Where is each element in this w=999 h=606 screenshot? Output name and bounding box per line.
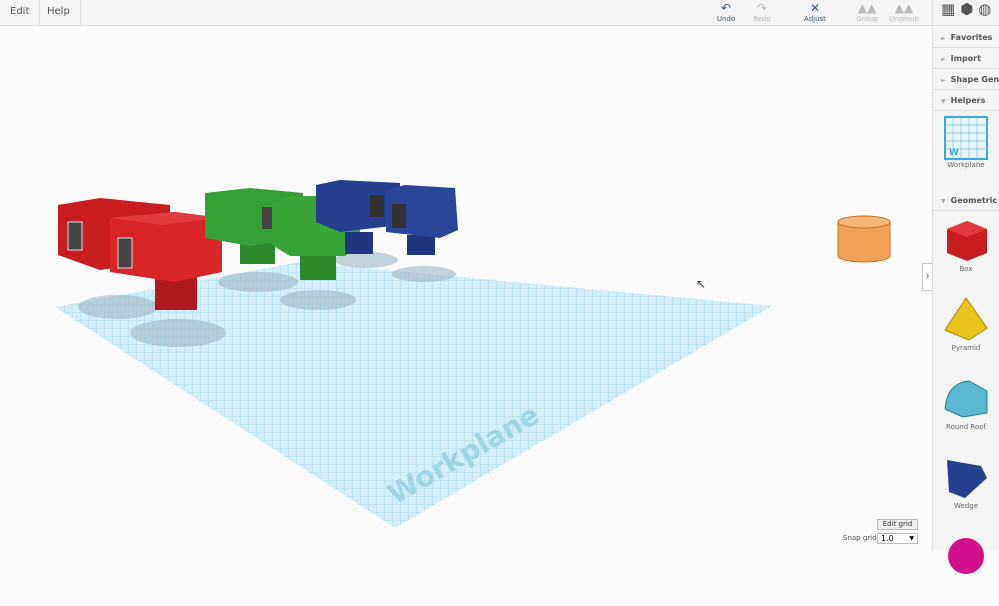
adjust-icon: ✕ bbox=[809, 1, 821, 15]
shape-label: Wedge bbox=[953, 502, 978, 510]
shape-sphere[interactable] bbox=[933, 531, 999, 606]
section-shape-generators[interactable]: ► Shape Generators bbox=[933, 69, 999, 90]
section-import[interactable]: ► Import bbox=[933, 48, 999, 69]
adjust-button[interactable]: ✕ Adjust bbox=[795, 1, 835, 24]
section-geometric[interactable]: ▼ Geometric bbox=[933, 190, 999, 211]
menu-help[interactable]: Help bbox=[37, 0, 81, 26]
shape-label: Box bbox=[959, 265, 973, 273]
snap-grid-select[interactable]: 1.0 ▼ bbox=[877, 533, 918, 544]
shape-round-roof[interactable]: Round Roof bbox=[933, 373, 999, 448]
menu-edit[interactable]: Edit bbox=[0, 0, 41, 26]
mouse-cursor: ↖ bbox=[696, 277, 706, 291]
view-icons: ▦⬢◍ bbox=[932, 0, 996, 26]
svg-text:W: W bbox=[949, 148, 959, 158]
section-helpers[interactable]: ▼ Helpers bbox=[933, 90, 999, 111]
section-label: Geometric bbox=[950, 196, 998, 205]
redo-button[interactable]: ↷ Redo bbox=[742, 1, 782, 24]
snap-grid-value: 1.0 bbox=[881, 534, 894, 543]
blue-robot-head-2[interactable] bbox=[386, 185, 458, 255]
group-label: Group bbox=[856, 15, 878, 23]
triangle-right-icon: ► bbox=[941, 35, 946, 42]
grid-view-icon[interactable]: ▦ bbox=[941, 0, 960, 18]
undo-label: Undo bbox=[716, 15, 736, 23]
adjust-label: Adjust bbox=[804, 15, 826, 23]
section-favorites[interactable]: ► Favorites bbox=[933, 27, 999, 48]
orange-cylinder[interactable] bbox=[837, 215, 891, 263]
bricks-view-icon[interactable]: ◍ bbox=[978, 0, 996, 18]
section-label: Shape Generators bbox=[950, 75, 999, 84]
redo-icon: ↷ bbox=[756, 1, 768, 15]
shapes-sidebar: ► Favorites ► Import ► Shape Generators ▼ He… bbox=[932, 27, 999, 574]
shape-label: Workplane bbox=[947, 161, 985, 169]
section-label: Favorites bbox=[950, 33, 993, 42]
workplane-icon: W bbox=[944, 116, 988, 160]
redo-label: Redo bbox=[753, 15, 771, 23]
edit-grid-button[interactable]: Edit grid bbox=[877, 519, 918, 530]
undo-button[interactable]: ↶ Undo bbox=[706, 1, 746, 24]
shape-label: Pyramid bbox=[951, 344, 981, 352]
shape-workplane[interactable]: W Workplane bbox=[933, 115, 999, 190]
shape-box[interactable]: Box bbox=[933, 215, 999, 290]
group-button[interactable]: ▲▲ Group bbox=[847, 1, 887, 24]
wedge-icon bbox=[947, 460, 987, 498]
group-icon: ▲▲ bbox=[857, 1, 877, 15]
shape-label: Round Roof bbox=[946, 423, 986, 431]
pyramid-icon bbox=[944, 297, 988, 341]
ungroup-icon: ▲▲ bbox=[894, 1, 914, 15]
triangle-down-icon: ▼ bbox=[941, 198, 946, 205]
section-label: Import bbox=[950, 54, 981, 63]
triangle-down-icon: ▼ bbox=[941, 98, 946, 105]
top-toolbar: Edit Help ↶ Undo ↷ Redo ✕ Adjust ▲▲ Group ▲▲… bbox=[0, 0, 999, 26]
ungroup-label: Ungroup bbox=[889, 15, 919, 23]
ungroup-button[interactable]: ▲▲ Ungroup bbox=[884, 1, 924, 24]
shape-pyramid[interactable]: Pyramid bbox=[933, 294, 999, 369]
3d-view-icon[interactable]: ⬢ bbox=[960, 0, 978, 18]
snap-grid-label: Snap grid bbox=[843, 534, 877, 542]
undo-icon: ↶ bbox=[720, 1, 732, 15]
triangle-right-icon: ► bbox=[941, 77, 946, 84]
round-roof-icon bbox=[944, 380, 988, 418]
section-label: Helpers bbox=[950, 96, 986, 105]
triangle-right-icon: ► bbox=[941, 56, 946, 63]
sphere-icon bbox=[948, 538, 984, 574]
chevron-right-icon: › bbox=[925, 271, 930, 282]
box-icon bbox=[947, 221, 987, 261]
dropdown-arrow-icon: ▼ bbox=[909, 535, 914, 542]
3d-viewport[interactable]: Workplane ↖ bbox=[0, 27, 928, 550]
shape-wedge[interactable]: Wedge bbox=[933, 452, 999, 527]
